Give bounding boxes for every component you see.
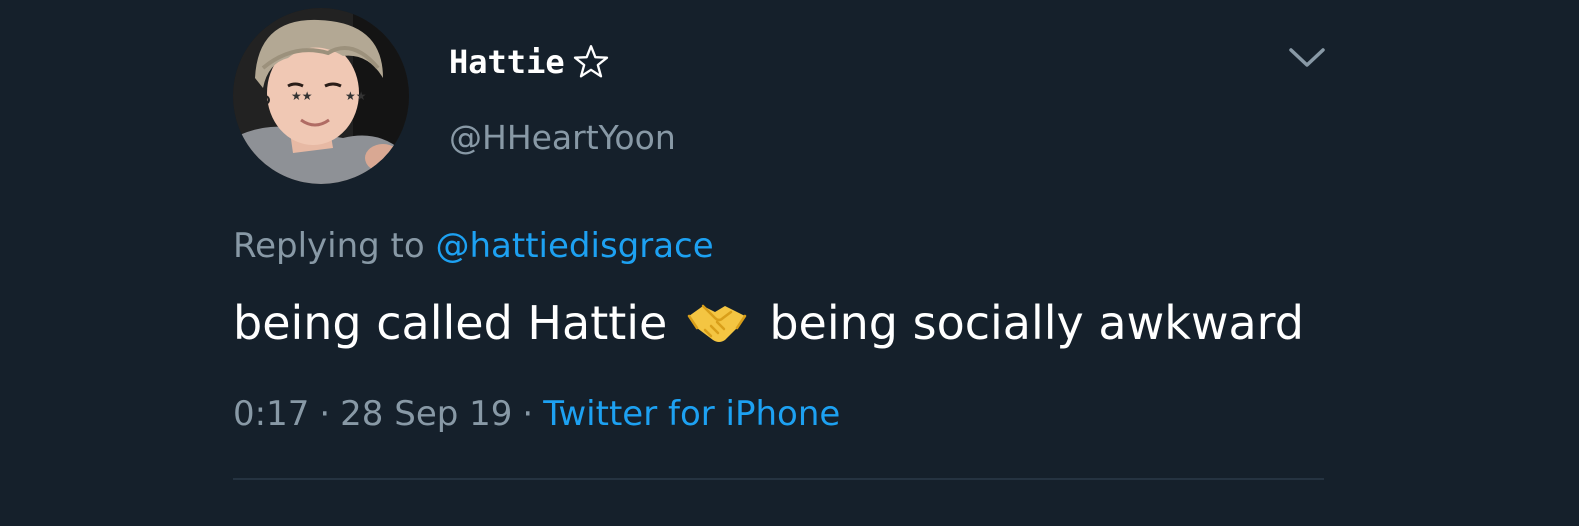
star-outline-icon (571, 42, 611, 82)
display-name[interactable]: Hattie (449, 43, 565, 81)
tweet-text-before: being called Hattie (233, 296, 668, 350)
tweet-text: being called Hattie being socially awkwa… (233, 296, 1304, 350)
meta-separator: · (319, 394, 331, 434)
divider (233, 478, 1324, 480)
handshake-icon (685, 298, 749, 348)
svg-text:★★: ★★ (345, 89, 367, 103)
tweet-time[interactable]: 0:17 (233, 394, 309, 434)
avatar[interactable]: ★★ ★★ (233, 8, 409, 184)
svg-text:★★: ★★ (291, 89, 313, 103)
tweet-meta: 0:17 · 28 Sep 19 · Twitter for iPhone (233, 394, 840, 434)
chevron-down-icon[interactable] (1287, 38, 1327, 78)
avatar-photo: ★★ ★★ (233, 8, 409, 184)
replying-to-line: Replying to @hattiedisgrace (233, 226, 714, 266)
tweet-source-link[interactable]: Twitter for iPhone (543, 394, 840, 434)
meta-separator: · (522, 394, 534, 434)
tweet: ★★ ★★ Hattie @HHeartYoon Replying to @ha… (0, 0, 1579, 526)
tweet-text-after: being socially awkward (769, 296, 1304, 350)
replying-prefix: Replying to (233, 226, 436, 266)
user-handle[interactable]: @HHeartYoon (449, 118, 676, 157)
tweet-date[interactable]: 28 Sep 19 (340, 394, 512, 434)
replying-to-mention[interactable]: @hattiedisgrace (436, 226, 714, 266)
display-name-row[interactable]: Hattie (449, 40, 611, 84)
